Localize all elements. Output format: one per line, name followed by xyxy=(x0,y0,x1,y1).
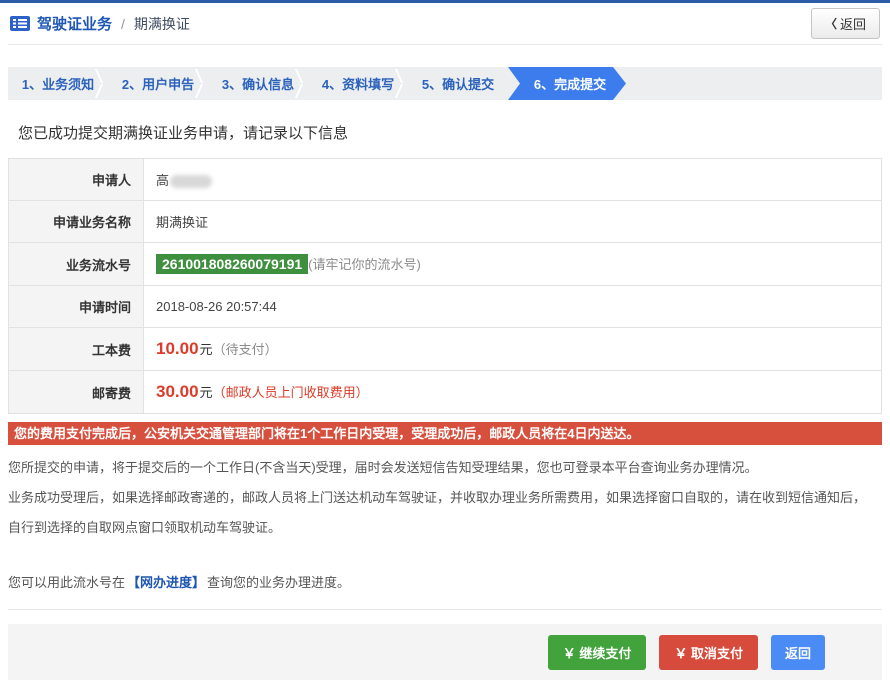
applicant-label: 申请人 xyxy=(9,159,144,201)
list-icon xyxy=(10,16,30,31)
serial-note: (请牢记你的流水号) xyxy=(308,257,421,272)
notice-line-1: 您所提交的申请，将于提交后的一个工作日(不含当天)受理，届时会发送短信告知受理结… xyxy=(8,453,882,483)
service-value: 期满换证 xyxy=(144,201,882,243)
postage-label: 邮寄费 xyxy=(9,371,144,414)
back-button-top[interactable]: 〈 返回 xyxy=(811,8,880,39)
notice-line-2: 业务成功受理后，如果选择邮政寄递的，邮政人员将上门送达机动车驾驶证，并收取办理业… xyxy=(8,483,882,513)
postage-unit: 元 xyxy=(200,385,213,400)
continue-payment-button[interactable]: ￥ 继续支付 xyxy=(548,635,647,670)
service-label: 申请业务名称 xyxy=(9,201,144,243)
progress-hint-suffix: 查询您的业务办理进度。 xyxy=(207,575,350,590)
applicant-value: 高 xyxy=(156,173,169,188)
step-4-fill-materials: 4、资料填写 xyxy=(308,67,408,100)
table-row-postage: 邮寄费 30.00元（邮政人员上门收取费用） xyxy=(9,371,882,414)
page-title: 驾驶证业务 xyxy=(37,13,112,34)
table-row-service: 申请业务名称 期满换证 xyxy=(9,201,882,243)
fee-amount: 10.00 xyxy=(156,339,199,358)
serial-label: 业务流水号 xyxy=(9,243,144,286)
fee-label: 工本费 xyxy=(9,328,144,371)
postage-amount: 30.00 xyxy=(156,382,199,401)
cancel-payment-button[interactable]: ￥ 取消支付 xyxy=(659,635,758,670)
page-container: 驾驶证业务 / 期满换证 〈 返回 1、业务须知 2、用户申告 3、确认信息 4… xyxy=(0,3,890,680)
progress-hint-prefix: 您可以用此流水号在 xyxy=(8,575,125,590)
chevron-left-icon: 〈 xyxy=(825,15,837,32)
redacted-name xyxy=(170,175,212,188)
fee-unit: 元 xyxy=(200,342,213,357)
step-5-confirm-submit: 5、确认提交 xyxy=(408,67,508,100)
footer-action-bar: ￥ 继续支付 ￥ 取消支付 返回 xyxy=(8,624,882,680)
stepbar-filler xyxy=(626,67,882,100)
success-message: 您已成功提交期满换证业务申请，请记录以下信息 xyxy=(18,122,872,143)
step-6-complete-submit: 6、完成提交 xyxy=(508,67,626,100)
header: 驾驶证业务 / 期满换证 〈 返回 xyxy=(8,3,882,45)
breadcrumb: 驾驶证业务 / 期满换证 xyxy=(10,13,190,34)
back-button-top-label: 返回 xyxy=(840,14,866,33)
table-row-serial: 业务流水号 261001808260079191(请牢记你的流水号) xyxy=(9,243,882,286)
application-info-table: 申请人 高 申请业务名称 期满换证 业务流水号 2610018082600791… xyxy=(8,158,882,414)
serial-number-badge: 261001808260079191 xyxy=(156,254,308,274)
page-subtitle: 期满换证 xyxy=(134,14,190,34)
table-row-applicant: 申请人 高 xyxy=(9,159,882,201)
apply-time-value: 2018-08-26 20:57:44 xyxy=(144,286,882,328)
table-row-apply-time: 申请时间 2018-08-26 20:57:44 xyxy=(9,286,882,328)
payment-alert-banner: 您的费用支付完成后，公安机关交通管理部门将在1个工作日内受理，受理成功后，邮政人… xyxy=(8,422,882,445)
fee-status-note: （待支付） xyxy=(213,342,278,357)
step-3-confirm-info: 3、确认信息 xyxy=(208,67,308,100)
back-button-bottom[interactable]: 返回 xyxy=(771,635,825,670)
step-progress-bar: 1、业务须知 2、用户申告 3、确认信息 4、资料填写 5、确认提交 6、完成提… xyxy=(8,67,882,100)
progress-hint: 您可以用此流水号在【网办进度】查询您的业务办理进度。 xyxy=(8,571,882,595)
postage-note: （邮政人员上门收取费用） xyxy=(213,385,369,400)
step-2-user-declaration: 2、用户申告 xyxy=(108,67,208,100)
notice-paragraphs: 您所提交的申请，将于提交后的一个工作日(不含当天)受理，届时会发送短信告知受理结… xyxy=(8,453,882,543)
apply-time-label: 申请时间 xyxy=(9,286,144,328)
notice-section: 您的费用支付完成后，公安机关交通管理部门将在1个工作日内受理，受理成功后，邮政人… xyxy=(8,422,882,610)
online-progress-link[interactable]: 【网办进度】 xyxy=(127,575,205,590)
notice-line-3: 自行到选择的自取网点窗口领取机动车驾驶证。 xyxy=(8,513,882,543)
breadcrumb-separator: / xyxy=(121,16,125,32)
step-1-business-notice: 1、业务须知 xyxy=(8,67,108,100)
table-row-fee: 工本费 10.00元（待支付） xyxy=(9,328,882,371)
